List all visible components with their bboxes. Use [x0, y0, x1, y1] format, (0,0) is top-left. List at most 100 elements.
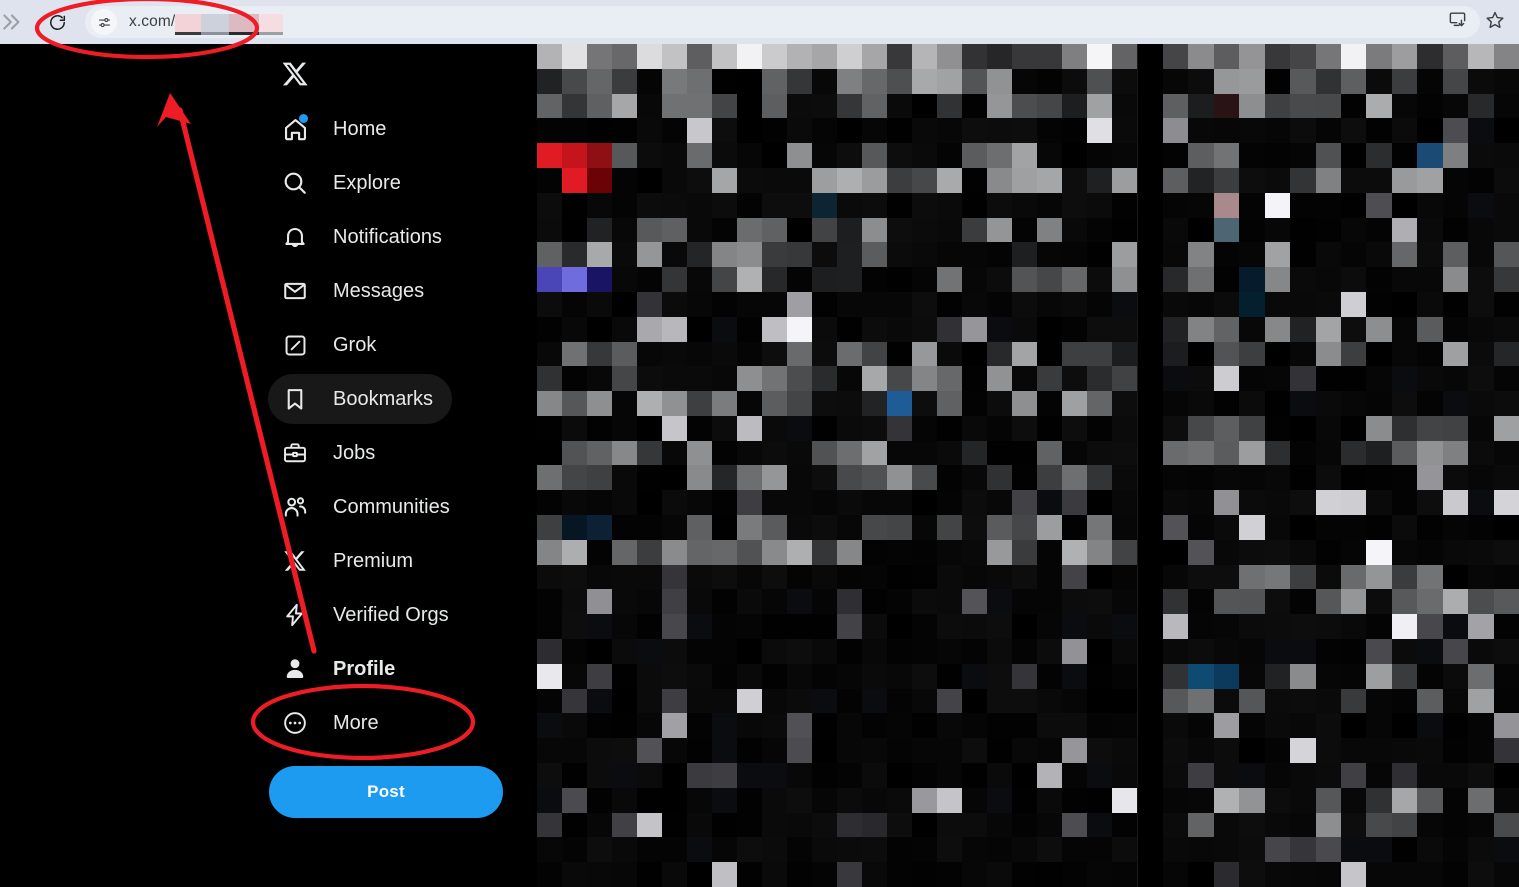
site-settings-icon[interactable] — [91, 9, 117, 35]
mosaic-cell — [862, 366, 887, 392]
mosaic-cell — [937, 614, 962, 640]
forward-arrow-icon[interactable] — [0, 9, 26, 35]
mosaic-cell — [1493, 515, 1519, 540]
mosaic-cell — [1213, 143, 1240, 168]
mosaic-cell — [1012, 242, 1037, 268]
mosaic-cell — [1012, 465, 1037, 491]
sidebar-item-notifications[interactable]: Notifications — [268, 212, 461, 262]
mosaic-cell — [962, 68, 987, 94]
mosaic-cell — [612, 68, 637, 94]
sidebar-item-verified-orgs[interactable]: Verified Orgs — [268, 590, 468, 640]
install-app-icon[interactable] — [1448, 10, 1467, 34]
mosaic-cell — [1264, 440, 1291, 466]
mosaic-cell — [1493, 564, 1519, 590]
mosaic-cell — [1315, 267, 1341, 292]
mosaic-cell — [1442, 713, 1469, 739]
bookmark-star-icon[interactable] — [1485, 10, 1505, 35]
mosaic-cell — [1239, 93, 1265, 119]
reload-icon[interactable] — [42, 7, 72, 37]
mosaic-cell — [1417, 68, 1443, 94]
mosaic-cell — [712, 862, 737, 887]
sidebar-item-grok[interactable]: Grok — [268, 320, 395, 370]
mosaic-cell — [1112, 515, 1137, 540]
mosaic-cell — [1290, 143, 1316, 168]
sidebar-item-premium[interactable]: Premium — [268, 536, 432, 586]
mosaic-cell — [912, 787, 937, 813]
mosaic-cell — [1264, 192, 1291, 218]
mosaic-cell — [1062, 93, 1087, 119]
mosaic-cell — [587, 837, 612, 863]
post-button[interactable]: Post — [269, 766, 503, 818]
mosaic-cell — [812, 787, 837, 813]
mosaic-cell — [1213, 713, 1240, 739]
mosaic-cell — [787, 341, 812, 367]
mosaic-cell — [1468, 490, 1494, 516]
mosaic-cell — [1417, 118, 1443, 144]
mosaic-cell — [987, 291, 1012, 317]
mosaic-cell — [1290, 167, 1316, 193]
mosaic-cell — [1366, 118, 1392, 144]
mosaic-cell — [837, 341, 862, 367]
mosaic-cell — [962, 812, 987, 838]
mosaic-cell — [737, 415, 762, 441]
sidebar-item-explore[interactable]: Explore — [268, 158, 420, 208]
sidebar-item-bookmarks[interactable]: Bookmarks — [268, 374, 453, 424]
sidebar-item-more[interactable]: More — [268, 698, 398, 748]
mosaic-cell — [562, 564, 587, 590]
mosaic-cell — [937, 242, 962, 268]
mosaic-cell — [1037, 663, 1062, 689]
mosaic-cell — [1163, 366, 1189, 392]
sidebar-item-messages[interactable]: Messages — [268, 266, 443, 316]
mosaic-cell — [662, 589, 687, 615]
browser-toolbar: x.com/ — [0, 0, 1519, 44]
sidebar-item-communities[interactable]: Communities — [268, 482, 469, 532]
mosaic-cell — [1366, 391, 1392, 416]
mosaic-cell — [1315, 539, 1341, 565]
mosaic-cell — [1112, 639, 1137, 664]
mosaic-cell — [1239, 763, 1265, 788]
mosaic-cell — [1341, 663, 1367, 689]
mosaic-cell — [987, 242, 1012, 268]
mosaic-cell — [1315, 68, 1341, 94]
mosaic-cell — [1087, 787, 1112, 813]
sidebar-item-jobs[interactable]: Jobs — [268, 428, 394, 478]
sidebar-item-profile[interactable]: Profile — [268, 644, 414, 694]
mosaic-cell — [762, 688, 787, 714]
mosaic-cell — [1213, 316, 1240, 342]
mosaic-cell — [862, 341, 887, 367]
mosaic-cell — [687, 316, 712, 342]
sidebar-item-home[interactable]: Home — [268, 104, 405, 154]
mosaic-cell — [712, 415, 737, 441]
mosaic-cell — [812, 713, 837, 739]
mosaic-cell — [1062, 118, 1087, 144]
address-bar[interactable]: x.com/ — [85, 6, 1480, 38]
mosaic-cell — [1188, 539, 1214, 565]
mosaic-cell — [1442, 614, 1469, 640]
mosaic-cell — [787, 192, 812, 218]
more-circle-icon — [272, 700, 318, 746]
mosaic-cell — [1188, 639, 1214, 664]
mosaic-cell — [812, 763, 837, 788]
mosaic-cell — [1188, 93, 1214, 119]
mosaic-cell — [1264, 663, 1291, 689]
mosaic-cell — [1087, 862, 1112, 887]
mosaic-cell — [1290, 837, 1316, 863]
mosaic-cell — [1391, 490, 1418, 516]
mosaic-cell — [737, 291, 762, 317]
url-field[interactable]: x.com/ — [129, 6, 1472, 38]
mosaic-cell — [1213, 415, 1240, 441]
mosaic-cell — [687, 192, 712, 218]
timeline-column-redacted[interactable] — [537, 44, 1137, 887]
mosaic-cell — [887, 192, 912, 218]
right-sidebar-redacted[interactable] — [1163, 44, 1519, 887]
mosaic-cell — [937, 639, 962, 664]
mosaic-cell — [1315, 391, 1341, 416]
mosaic-cell — [812, 539, 837, 565]
mosaic-cell — [937, 291, 962, 317]
mosaic-cell — [562, 515, 587, 540]
mosaic-cell — [1239, 862, 1265, 887]
mosaic-cell — [1366, 688, 1392, 714]
x-logo-icon[interactable] — [269, 48, 321, 100]
mosaic-cell — [1468, 787, 1494, 813]
mosaic-cell — [662, 837, 687, 863]
